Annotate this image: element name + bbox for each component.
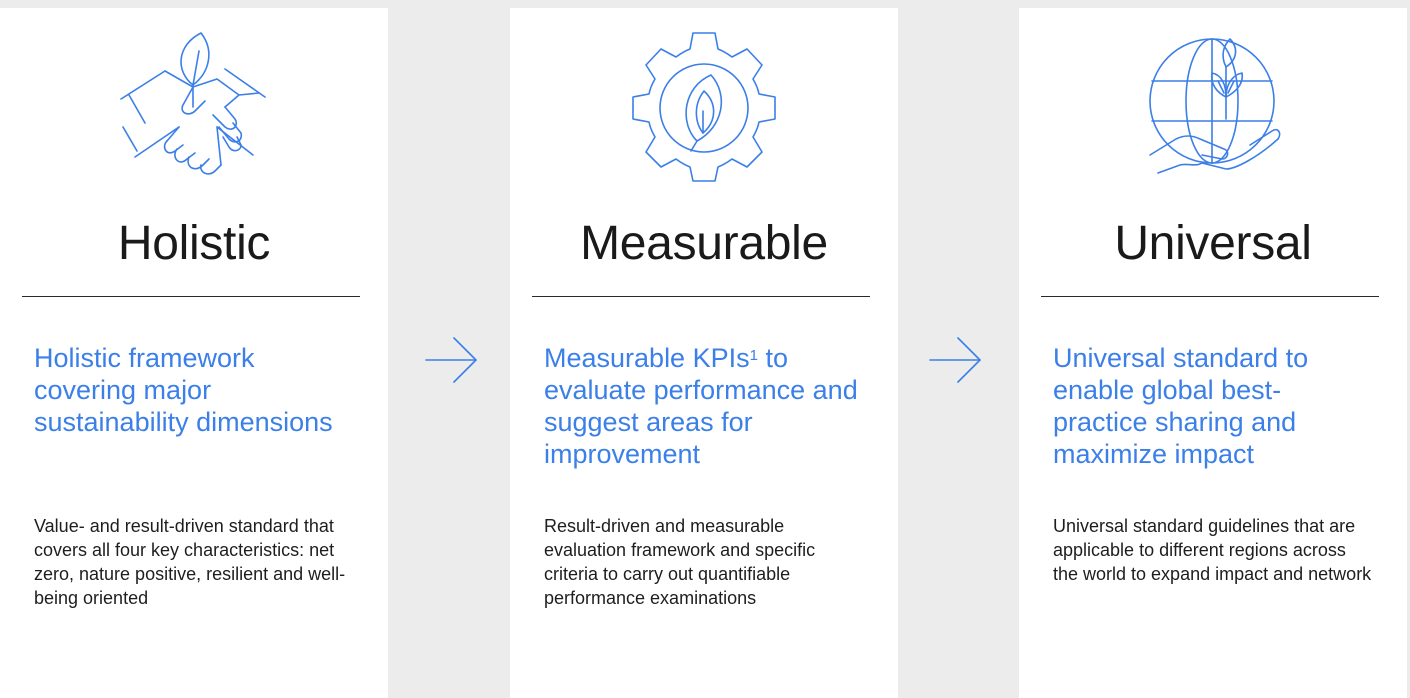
subtitle-text: Measurable KPIs [544,343,750,373]
card-subtitle: Universal standard to enable global best… [1053,343,1309,469]
card-holistic: Holistic Holistic framework covering maj… [0,8,388,698]
card-body: Result-driven and measurable evaluation … [544,516,816,608]
card-universal: Universal Universal standard to enable g… [1019,8,1407,698]
globe-hand-sprout-icon [1019,8,1407,208]
card-body: Value- and result-driven standard that c… [34,516,346,608]
card-subtitle: Holistic framework covering major sustai… [34,343,333,437]
divider [532,296,870,297]
divider [1041,296,1379,297]
card-subtitle: Measurable KPIs1 to evaluate performance… [544,342,864,470]
gear-leaf-icon [510,8,898,208]
card-title: Universal [1114,217,1312,270]
arrow-right-icon [926,330,986,390]
handshake-leaf-icon [0,8,388,208]
footnote-marker: 1 [749,347,758,364]
card-title: Measurable [580,217,828,270]
divider [22,296,360,297]
arrow-right-icon [422,330,482,390]
card-measurable: Measurable Measurable KPIs1 to evaluate … [510,8,898,698]
card-body: Universal standard guidelines that are a… [1053,516,1372,584]
card-title: Holistic [117,217,271,270]
